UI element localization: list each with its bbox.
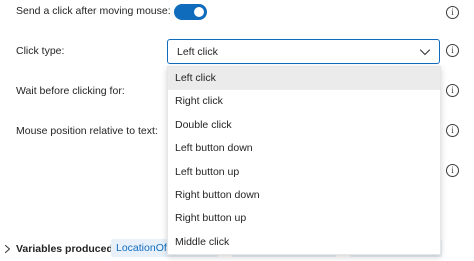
option-double-click[interactable]: Double click (168, 114, 440, 137)
offset-info-icon[interactable]: i (446, 164, 459, 177)
wait-before-info-icon[interactable]: i (446, 84, 459, 97)
mouse-position-info-icon[interactable]: i (446, 124, 459, 137)
click-type-dropdown: Left click Right click Double click Left… (167, 66, 441, 255)
chevron-right-icon[interactable] (3, 244, 12, 254)
option-right-button-down[interactable]: Right button down (168, 184, 440, 207)
option-middle-click[interactable]: Middle click (168, 231, 440, 254)
option-left-click[interactable]: Left click (168, 67, 440, 91)
wait-before-label: Wait before clicking for: (16, 85, 125, 97)
click-type-select[interactable]: Left click (167, 39, 440, 64)
chevron-down-icon (419, 49, 431, 56)
variables-produced-label[interactable]: Variables produced (16, 243, 113, 255)
option-right-button-up[interactable]: Right button up (168, 207, 440, 230)
send-click-toggle[interactable] (174, 4, 207, 20)
click-type-label: Click type: (16, 45, 65, 57)
option-left-button-down[interactable]: Left button down (168, 137, 440, 160)
option-left-button-up[interactable]: Left button up (168, 161, 440, 184)
click-type-selected-value: Left click (177, 46, 218, 58)
toggle-knob (194, 7, 204, 17)
send-click-label: Send a click after moving mouse: (16, 5, 171, 17)
option-right-click[interactable]: Right click (168, 90, 440, 113)
send-click-info-icon[interactable]: i (446, 6, 459, 19)
mouse-position-label: Mouse position relative to text: (16, 125, 158, 137)
click-type-info-icon[interactable]: i (446, 44, 459, 57)
